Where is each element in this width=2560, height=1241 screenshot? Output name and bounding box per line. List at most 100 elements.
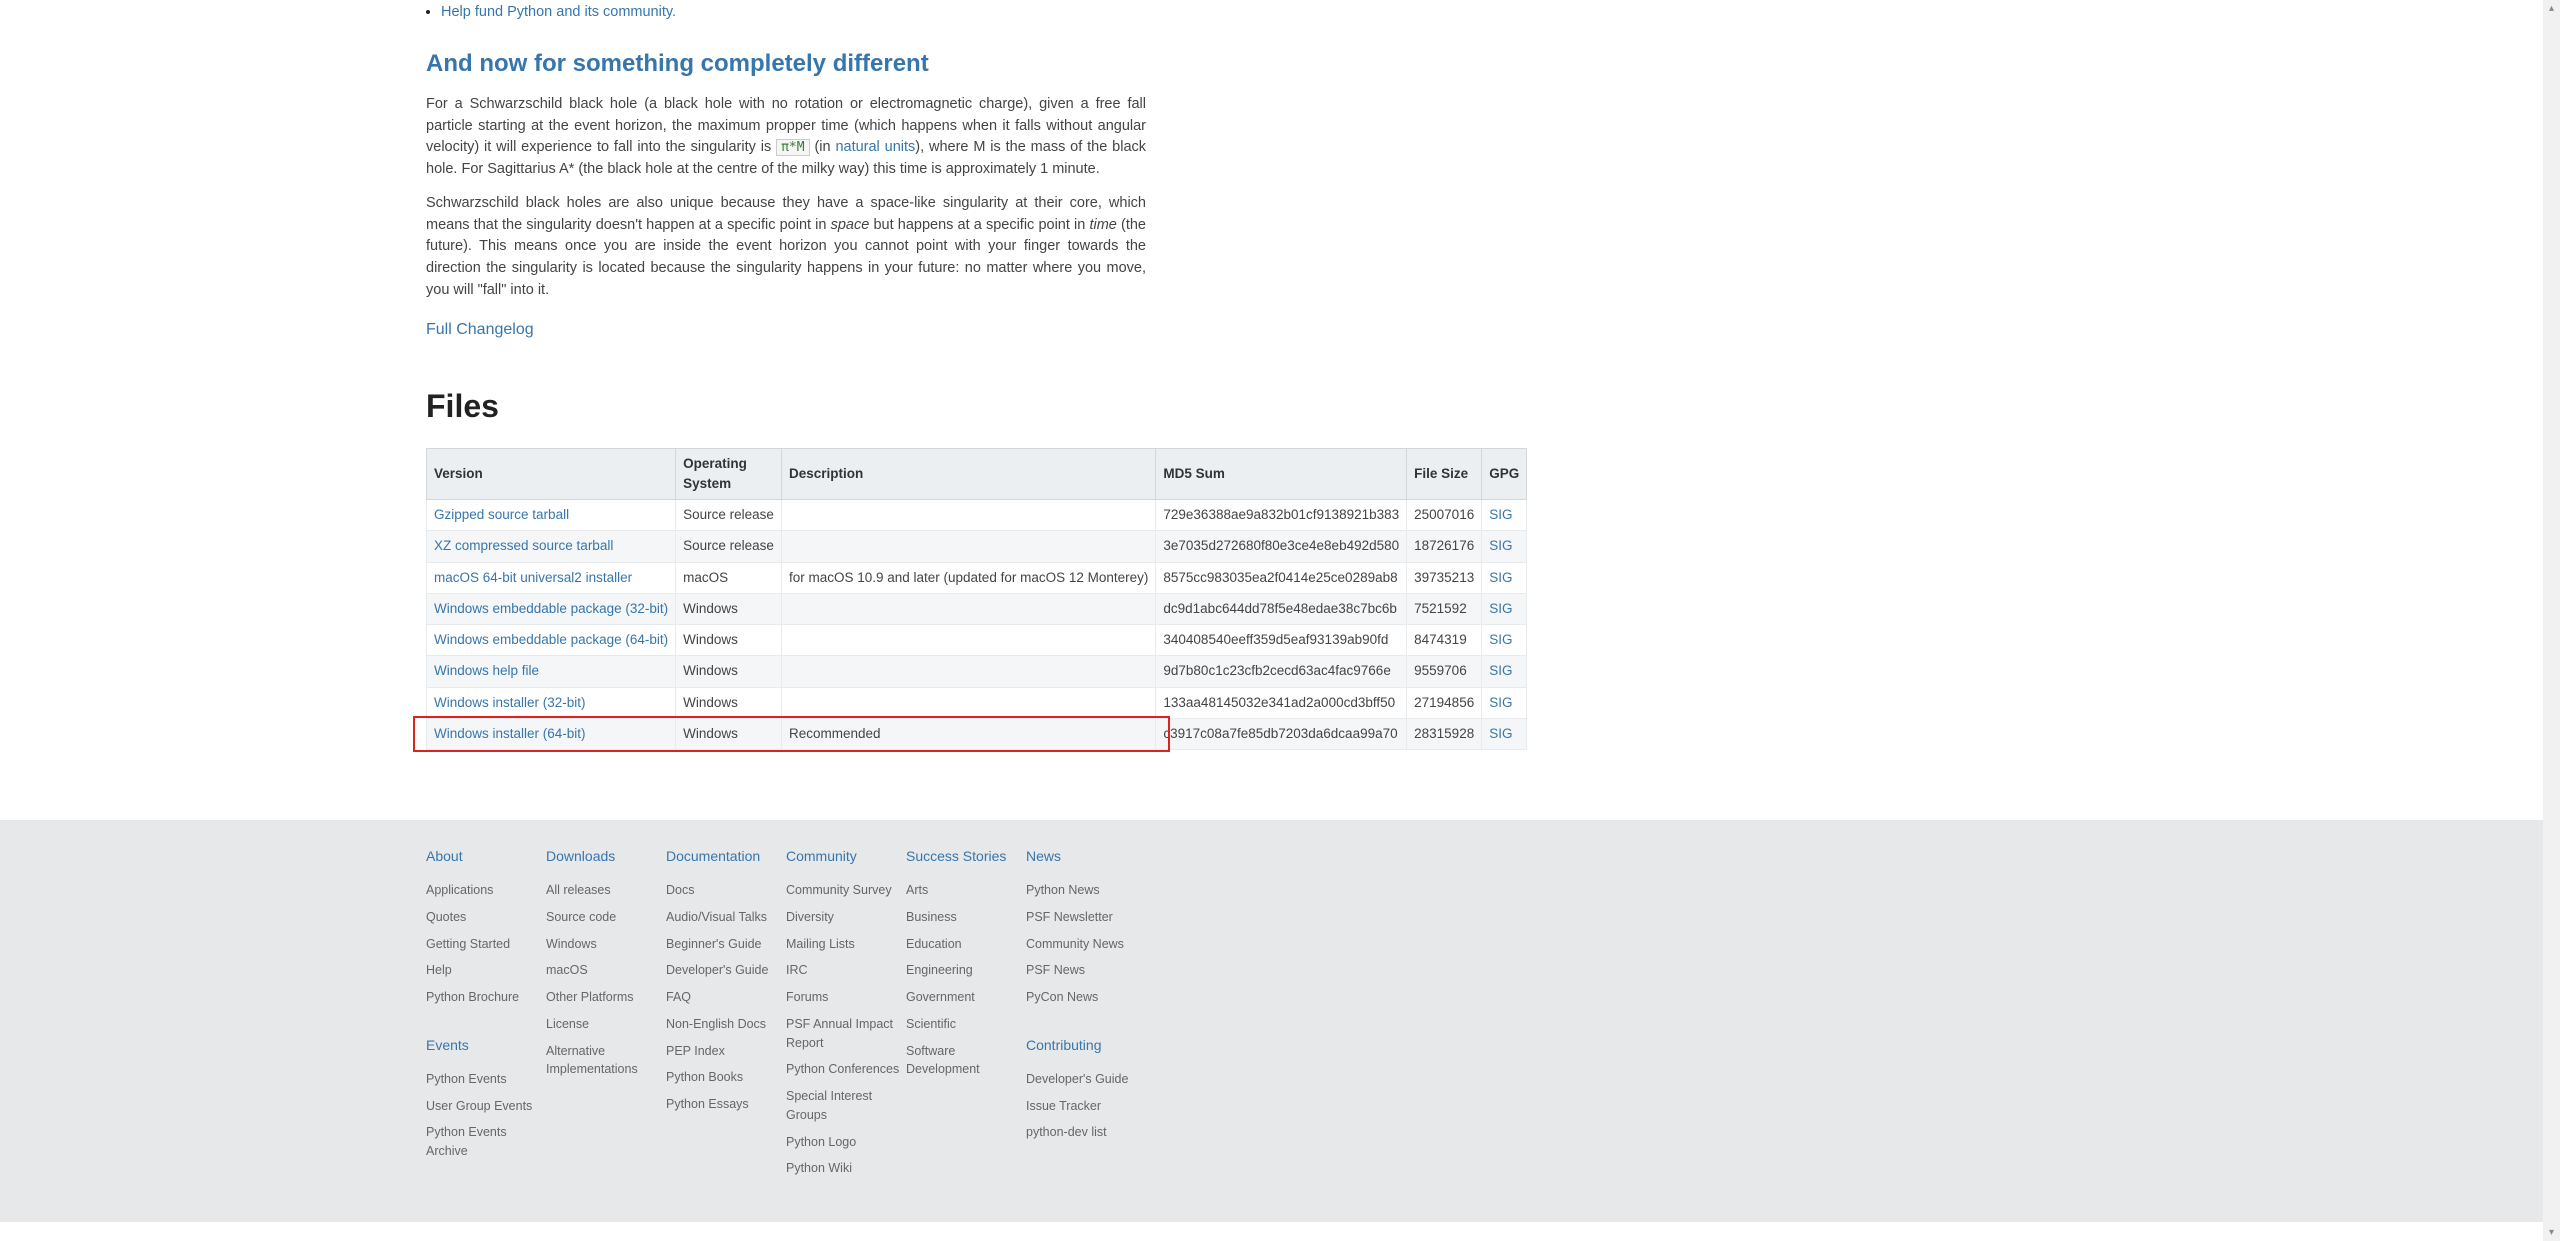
- footer-link[interactable]: Windows: [546, 931, 666, 958]
- table-row: Gzipped source tarballSource release729e…: [427, 500, 1527, 531]
- footer-link[interactable]: Software Development: [906, 1038, 1026, 1084]
- file-sig-link[interactable]: SIG: [1489, 663, 1512, 678]
- file-version-link[interactable]: macOS 64-bit universal2 installer: [434, 570, 632, 585]
- file-os: Windows: [676, 656, 782, 687]
- file-md5: c3917c08a7fe85db7203da6dcaa99a70: [1156, 718, 1407, 749]
- paragraph-2: Schwarzschild black holes are also uniqu…: [426, 193, 1146, 302]
- footer-link[interactable]: Quotes: [426, 904, 546, 931]
- file-sig-link[interactable]: SIG: [1489, 695, 1512, 710]
- file-sig-link[interactable]: SIG: [1489, 632, 1512, 647]
- footer-link[interactable]: Scientific: [906, 1011, 1026, 1038]
- footer-link[interactable]: Python Events Archive: [426, 1119, 546, 1165]
- footer-col: Community Community SurveyDiversityMailin…: [786, 840, 906, 1182]
- p2-em-space: space: [831, 217, 870, 233]
- footer-link[interactable]: Python News: [1026, 877, 1146, 904]
- footer-link[interactable]: PSF Annual Impact Report: [786, 1011, 906, 1057]
- footer-link[interactable]: Non-English Docs: [666, 1011, 786, 1038]
- file-version-link[interactable]: Gzipped source tarball: [434, 507, 569, 522]
- file-version-link[interactable]: Windows installer (64-bit): [434, 726, 586, 741]
- footer-link[interactable]: Python Conferences: [786, 1056, 906, 1083]
- footer-link[interactable]: Developer's Guide: [1026, 1066, 1146, 1093]
- footer-heading[interactable]: Documentation: [666, 846, 786, 867]
- footer-link[interactable]: User Group Events: [426, 1093, 546, 1120]
- file-version-link[interactable]: Windows installer (32-bit): [434, 695, 586, 710]
- file-size: 8474319: [1407, 625, 1482, 656]
- scrollbar[interactable]: ▴ ▾: [2543, 0, 2560, 1241]
- footer-link[interactable]: Python Brochure: [426, 984, 546, 1011]
- file-sig-link[interactable]: SIG: [1489, 507, 1512, 522]
- fund-link-item: Help fund Python and its community.: [441, 2, 1146, 24]
- footer-link[interactable]: Audio/Visual Talks: [666, 904, 786, 931]
- footer-link[interactable]: Python Books: [666, 1064, 786, 1091]
- footer-link[interactable]: Alternative Implementations: [546, 1038, 666, 1084]
- file-size: 28315928: [1407, 718, 1482, 749]
- file-os: Source release: [676, 531, 782, 562]
- file-sig-link[interactable]: SIG: [1489, 726, 1512, 741]
- footer-link[interactable]: Community News: [1026, 931, 1146, 958]
- footer-heading[interactable]: Contributing: [1026, 1035, 1146, 1056]
- footer-link[interactable]: Python Events: [426, 1066, 546, 1093]
- footer-link[interactable]: Mailing Lists: [786, 931, 906, 958]
- footer-link[interactable]: Python Wiki: [786, 1155, 906, 1182]
- footer-link[interactable]: Issue Tracker: [1026, 1093, 1146, 1120]
- natural-units-link[interactable]: natural units: [835, 139, 915, 155]
- file-os: Windows: [676, 625, 782, 656]
- file-md5: 8575cc983035ea2f0414e25ce0289ab8: [1156, 562, 1407, 593]
- footer-link[interactable]: Other Platforms: [546, 984, 666, 1011]
- footer-heading[interactable]: Community: [786, 846, 906, 867]
- file-size: 39735213: [1407, 562, 1482, 593]
- p2-em-time: time: [1089, 217, 1116, 233]
- file-desc: [781, 593, 1155, 624]
- file-sig-link[interactable]: SIG: [1489, 538, 1512, 553]
- file-sig-link[interactable]: SIG: [1489, 570, 1512, 585]
- footer-heading[interactable]: Downloads: [546, 846, 666, 867]
- scroll-up-icon[interactable]: ▴: [2543, 0, 2560, 17]
- footer-link[interactable]: Community Survey: [786, 877, 906, 904]
- fund-link[interactable]: Help fund Python and its community.: [441, 4, 676, 20]
- footer-link[interactable]: Arts: [906, 877, 1026, 904]
- file-os: macOS: [676, 562, 782, 593]
- footer-link[interactable]: PSF News: [1026, 957, 1146, 984]
- footer-link[interactable]: License: [546, 1011, 666, 1038]
- footer-link[interactable]: Developer's Guide: [666, 957, 786, 984]
- code-pi-m: π*M: [776, 139, 809, 156]
- footer-link[interactable]: FAQ: [666, 984, 786, 1011]
- footer-link[interactable]: Education: [906, 931, 1026, 958]
- footer-link[interactable]: Python Logo: [786, 1129, 906, 1156]
- footer-heading[interactable]: Success Stories: [906, 846, 1026, 867]
- footer-link[interactable]: Beginner's Guide: [666, 931, 786, 958]
- file-version-link[interactable]: Windows embeddable package (64-bit): [434, 632, 668, 647]
- footer-link[interactable]: Docs: [666, 877, 786, 904]
- footer-link[interactable]: PyCon News: [1026, 984, 1146, 1011]
- footer-link[interactable]: Diversity: [786, 904, 906, 931]
- full-changelog-link[interactable]: Full Changelog: [426, 321, 534, 338]
- scroll-down-icon[interactable]: ▾: [2543, 1224, 2560, 1241]
- footer-link[interactable]: Python Essays: [666, 1091, 786, 1118]
- file-desc: [781, 687, 1155, 718]
- footer-link[interactable]: Help: [426, 957, 546, 984]
- footer-heading[interactable]: News: [1026, 846, 1146, 867]
- footer-link[interactable]: Special Interest Groups: [786, 1083, 906, 1129]
- file-version-link[interactable]: Windows embeddable package (32-bit): [434, 601, 668, 616]
- footer-link[interactable]: Engineering: [906, 957, 1026, 984]
- file-desc: [781, 500, 1155, 531]
- footer-heading[interactable]: About: [426, 846, 546, 867]
- footer-link[interactable]: Government: [906, 984, 1026, 1011]
- file-version-link[interactable]: XZ compressed source tarball: [434, 538, 613, 553]
- footer-link[interactable]: Source code: [546, 904, 666, 931]
- file-sig-link[interactable]: SIG: [1489, 601, 1512, 616]
- footer-link[interactable]: IRC: [786, 957, 906, 984]
- footer-heading[interactable]: Events: [426, 1035, 546, 1056]
- file-version-link[interactable]: Windows help file: [434, 663, 539, 678]
- footer-link[interactable]: All releases: [546, 877, 666, 904]
- footer-link[interactable]: PEP Index: [666, 1038, 786, 1065]
- footer-link[interactable]: Business: [906, 904, 1026, 931]
- footer-link[interactable]: python-dev list: [1026, 1119, 1146, 1146]
- footer-link[interactable]: Forums: [786, 984, 906, 1011]
- footer-link[interactable]: PSF Newsletter: [1026, 904, 1146, 931]
- footer-link[interactable]: Getting Started: [426, 931, 546, 958]
- footer-link[interactable]: Applications: [426, 877, 546, 904]
- table-row: Windows installer (64-bit)WindowsRecomme…: [427, 718, 1527, 749]
- footer-link[interactable]: macOS: [546, 957, 666, 984]
- file-os: Windows: [676, 687, 782, 718]
